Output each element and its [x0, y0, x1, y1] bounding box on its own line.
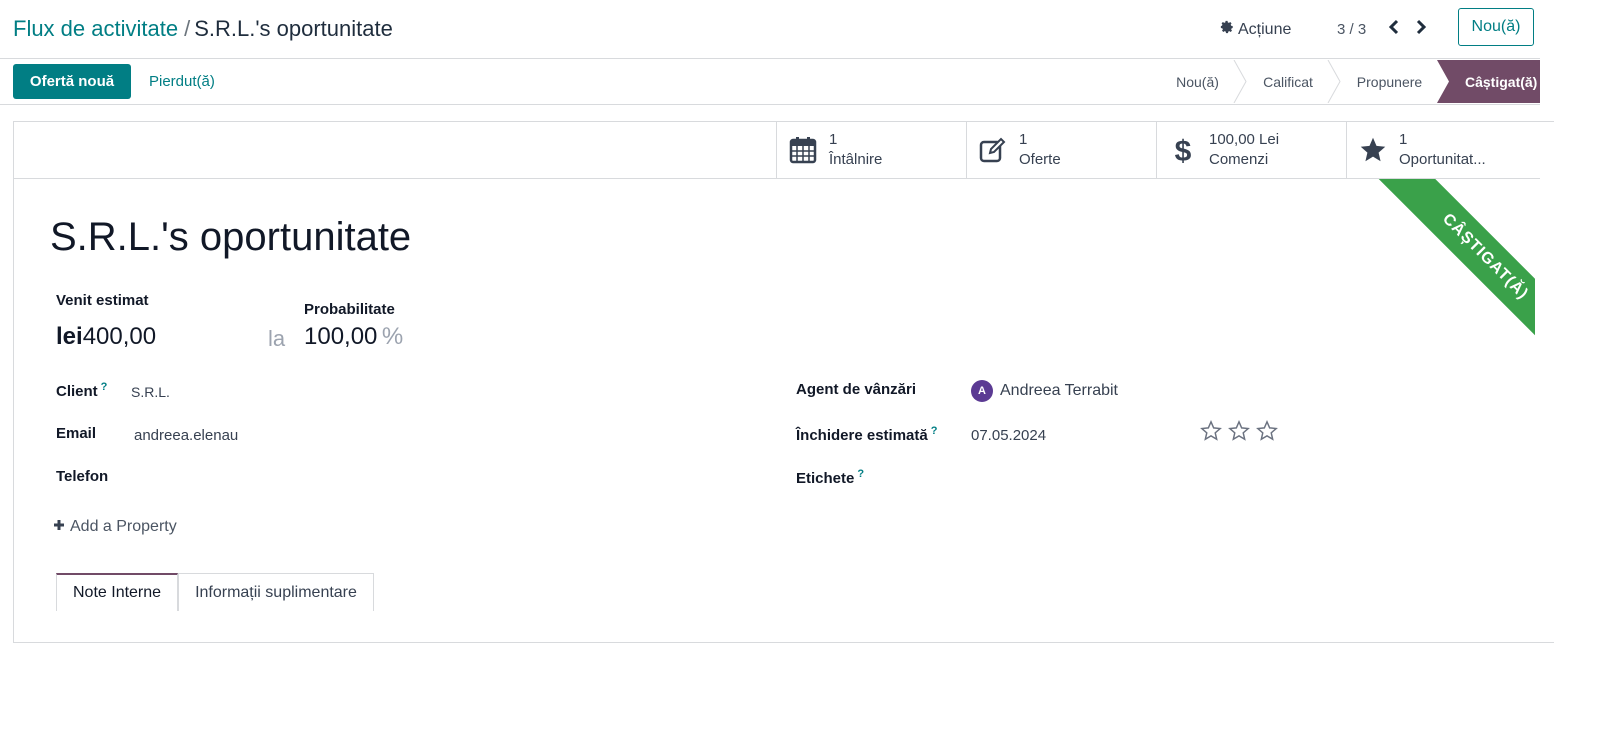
phone-label: Telefon [56, 468, 109, 485]
stage-divider [1327, 60, 1341, 103]
form-sheet [13, 121, 1554, 643]
action-menu-button[interactable]: Acțiune [1220, 20, 1291, 39]
pager-previous-button[interactable] [1385, 17, 1403, 41]
avatar: A [971, 380, 993, 402]
dollar-icon: $ [1157, 134, 1209, 166]
expected-closing-label: Închidere estimată? [796, 425, 937, 444]
expected-revenue-field[interactable]: lei400,00 [56, 323, 156, 351]
percent-symbol: % [381, 323, 404, 350]
pager-value[interactable]: 3 / 3 [1337, 21, 1366, 38]
breadcrumb-parent-link[interactable]: Flux de activitate [13, 16, 178, 41]
stage-label: Nou(ă) [1176, 73, 1219, 90]
stage-label: Propunere [1356, 73, 1423, 90]
pager-next-button[interactable] [1412, 17, 1430, 41]
won-ribbon: CÂȘTIGAT(Ă) [1345, 179, 1535, 379]
plus-icon [53, 518, 65, 536]
opportunities-smart-button[interactable]: 1 Oportunitat... [1346, 122, 1540, 178]
phone-field[interactable] [134, 468, 374, 488]
chevron-left-icon [1388, 19, 1400, 40]
expected-revenue-value: 400,00 [82, 323, 157, 350]
meetings-count: 1 [829, 131, 838, 148]
breadcrumb-separator: / [184, 16, 191, 41]
email-field[interactable]: andreea.elenau [134, 427, 240, 444]
stage-new[interactable]: Nou(ă) [1160, 60, 1235, 103]
stage-label: Câștigat(ă) [1465, 73, 1538, 90]
opportunities-count: 1 [1399, 131, 1408, 148]
opportunities-label: Oportunitat... [1399, 151, 1486, 168]
breadcrumb: Flux de activitate / S.R.L.'s oportunitate [13, 16, 393, 42]
closing-help-icon[interactable]: ? [931, 425, 938, 437]
client-label-text: Client [56, 383, 98, 400]
chevron-right-icon [1415, 19, 1427, 40]
stage-proposition[interactable]: Propunere [1342, 60, 1437, 103]
tags-label-text: Etichete [796, 470, 855, 487]
expected-closing-field[interactable]: 07.05.2024 [971, 427, 1046, 444]
quotations-label: Oferte [1019, 151, 1061, 168]
star-outline-icon[interactable] [1228, 420, 1250, 447]
meetings-label: Întâlnire [829, 151, 883, 168]
salesperson-value: Andreea Terrabit [1000, 382, 1118, 399]
new-record-button[interactable]: Nou(ă) [1458, 8, 1534, 46]
priority-widget[interactable] [1200, 420, 1278, 447]
orders-amount: 100,00 Lei [1209, 131, 1280, 148]
quotations-count: 1 [1019, 131, 1028, 148]
notebook-tabs: Note Interne Informații suplimentare [56, 573, 374, 611]
stage-active-arrow [1437, 60, 1457, 103]
client-label: Client? [56, 381, 107, 400]
add-property-label: Add a Property [70, 518, 177, 535]
expected-closing-label-text: Închidere estimată [796, 427, 928, 444]
salesperson-field[interactable]: A Andreea Terrabit [971, 380, 1118, 402]
mark-lost-button[interactable]: Pierdut(ă) [149, 73, 215, 90]
won-ribbon-label: CÂȘTIGAT(Ă) [1364, 179, 1535, 378]
tab-extra-info[interactable]: Informații suplimentare [178, 573, 374, 611]
svg-text:$: $ [1175, 135, 1192, 166]
orders-smart-button[interactable]: $ 100,00 Lei Comenzi [1156, 122, 1346, 178]
calendar-icon [777, 136, 829, 164]
record-title[interactable]: S.R.L.'s oportunitate [50, 215, 411, 260]
tab-internal-notes[interactable]: Note Interne [56, 573, 179, 611]
new-quotation-button[interactable]: Ofertă nouă [13, 64, 131, 99]
quotations-smart-button[interactable]: 1 Oferte [966, 122, 1156, 178]
stage-qualified[interactable]: Calificat [1248, 60, 1328, 103]
client-help-icon[interactable]: ? [101, 381, 108, 393]
tags-help-icon[interactable]: ? [857, 468, 864, 480]
smart-buttons-divider [13, 178, 1540, 179]
action-label: Acțiune [1238, 20, 1292, 38]
smart-buttons: 1 Întâlnire 1 Oferte $ 100,00 Lei Comenzi 1… [776, 122, 1540, 178]
email-label: Email [56, 425, 97, 442]
currency-symbol: lei [56, 323, 83, 350]
star-outline-icon[interactable] [1256, 420, 1278, 447]
orders-label: Comenzi [1209, 151, 1269, 168]
tags-label: Etichete? [796, 468, 864, 487]
expected-revenue-label: Venit estimat [56, 292, 149, 309]
salesperson-label: Agent de vânzări [796, 381, 917, 398]
probability-value: 100,00 [304, 323, 378, 350]
edit-icon [967, 137, 1019, 163]
probability-field[interactable]: 100,00 % [304, 323, 403, 351]
add-property-button[interactable]: Add a Property [53, 518, 177, 536]
meetings-smart-button[interactable]: 1 Întâlnire [776, 122, 966, 178]
stage-label: Calificat [1263, 73, 1313, 90]
stage-divider [1233, 60, 1247, 103]
at-label: la [268, 326, 286, 351]
probability-label: Probabilitate [304, 301, 395, 318]
star-icon [1347, 136, 1399, 164]
breadcrumb-current: S.R.L.'s oportunitate [194, 16, 393, 41]
star-outline-icon[interactable] [1200, 420, 1222, 447]
gear-icon [1220, 20, 1234, 39]
tags-field[interactable] [971, 468, 1371, 488]
stage-won[interactable]: Câștigat(ă) [1457, 60, 1540, 103]
client-field[interactable]: S.R.L. [131, 384, 170, 400]
